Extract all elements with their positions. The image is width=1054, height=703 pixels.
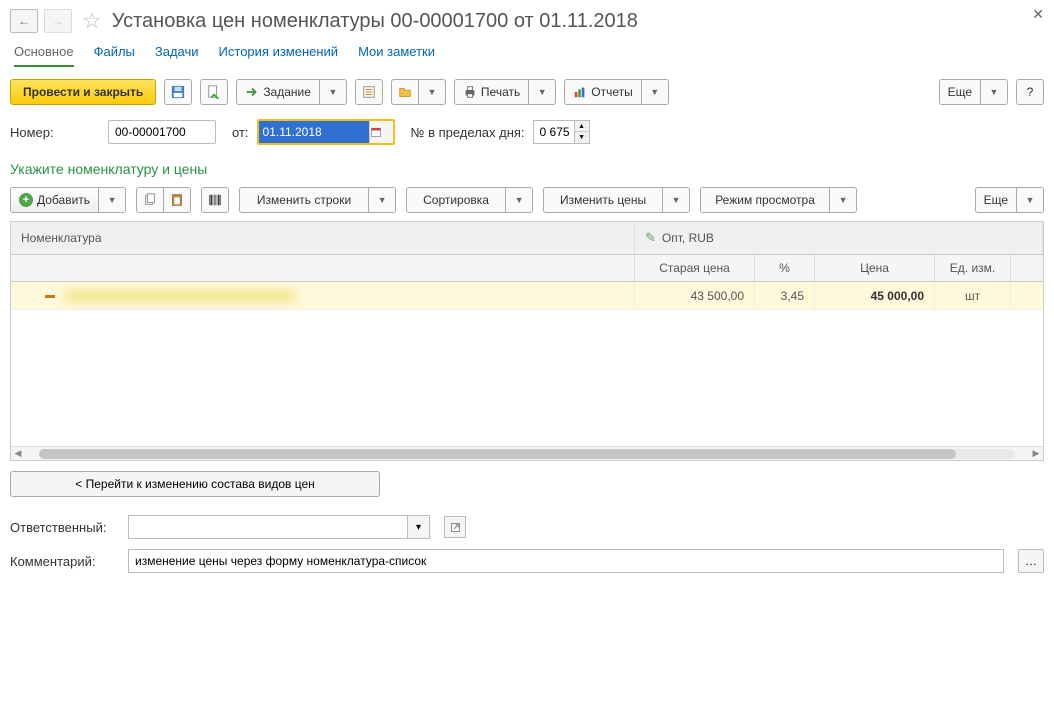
toolbar2-more-dropdown[interactable]: ▼ bbox=[1016, 187, 1044, 213]
attach-button[interactable] bbox=[391, 79, 419, 105]
barcode-icon bbox=[208, 193, 222, 207]
barcode-button[interactable] bbox=[201, 187, 229, 213]
col-unit-header[interactable]: Ед. изм. bbox=[935, 255, 1011, 281]
nav-forward-button[interactable]: → bbox=[44, 9, 72, 33]
col-old-price-header[interactable]: Старая цена bbox=[635, 255, 755, 281]
responsible-open-button[interactable] bbox=[444, 516, 466, 538]
sort-dropdown[interactable]: ▼ bbox=[505, 187, 533, 213]
calendar-icon bbox=[370, 126, 382, 138]
add-label: Добавить bbox=[37, 193, 90, 207]
tab-tasks[interactable]: Задачи bbox=[155, 44, 199, 67]
date-input[interactable] bbox=[259, 121, 369, 143]
arrow-icon bbox=[245, 85, 259, 99]
nomenclature-name bbox=[65, 289, 295, 303]
cell-unit[interactable]: шт bbox=[935, 282, 1011, 309]
col-price-header[interactable]: Цена bbox=[815, 255, 935, 281]
paste-icon bbox=[170, 193, 184, 207]
folder-icon bbox=[398, 85, 412, 99]
open-icon bbox=[450, 522, 461, 533]
date-label: от: bbox=[232, 125, 249, 140]
col-opt-header[interactable]: ✎ Опт, RUB bbox=[635, 222, 1043, 254]
opt-icon: ✎ bbox=[645, 230, 656, 246]
post-icon bbox=[207, 85, 221, 99]
cell-percent[interactable]: 3,45 bbox=[755, 282, 815, 309]
table-row[interactable]: ▬ 43 500,00 3,45 45 000,00 шт bbox=[11, 282, 1043, 310]
comment-more-button[interactable]: … bbox=[1018, 549, 1044, 573]
task-button-label: Задание bbox=[263, 85, 311, 99]
copy-icon bbox=[143, 193, 157, 207]
reports-dropdown[interactable]: ▼ bbox=[641, 79, 669, 105]
page-title: Установка цен номенклатуры 00-00001700 о… bbox=[112, 10, 638, 33]
print-label: Печать bbox=[481, 85, 520, 99]
responsible-label: Ответственный: bbox=[10, 520, 120, 535]
goto-price-types-button[interactable]: < Перейти к изменению состава видов цен bbox=[10, 471, 380, 497]
cell-price[interactable]: 45 000,00 bbox=[815, 282, 935, 309]
edit-prices-dropdown[interactable]: ▼ bbox=[662, 187, 690, 213]
number-label: Номер: bbox=[10, 125, 100, 140]
task-dropdown[interactable]: ▼ bbox=[319, 79, 347, 105]
task-button[interactable]: Задание bbox=[236, 79, 320, 105]
section-title: Укажите номенклатуру и цены bbox=[10, 161, 1044, 177]
attach-dropdown[interactable]: ▼ bbox=[418, 79, 446, 105]
edit-rows-button[interactable]: Изменить строки bbox=[239, 187, 369, 213]
edit-rows-dropdown[interactable]: ▼ bbox=[368, 187, 396, 213]
disk-icon bbox=[171, 85, 185, 99]
help-button[interactable]: ? bbox=[1016, 79, 1044, 105]
col-nomen-header[interactable]: Номенклатура bbox=[11, 222, 635, 254]
tab-files[interactable]: Файлы bbox=[94, 44, 135, 67]
comment-label: Комментарий: bbox=[10, 554, 120, 569]
scroll-right-icon[interactable]: ▶ bbox=[1029, 448, 1043, 459]
close-icon[interactable]: ✕ bbox=[1032, 6, 1044, 23]
scroll-thumb[interactable] bbox=[39, 449, 956, 459]
comment-input[interactable] bbox=[128, 549, 1004, 573]
col-nomen-sub bbox=[11, 255, 635, 281]
add-dropdown[interactable]: ▼ bbox=[98, 187, 126, 213]
opt-label: Опт, RUB bbox=[662, 231, 714, 245]
responsible-dropdown[interactable]: ▾ bbox=[408, 515, 430, 539]
toolbar2-more-button[interactable]: Еще bbox=[975, 187, 1017, 213]
save-button[interactable] bbox=[164, 79, 192, 105]
view-mode-dropdown[interactable]: ▼ bbox=[829, 187, 857, 213]
copy-button[interactable] bbox=[136, 187, 164, 213]
print-dropdown[interactable]: ▼ bbox=[528, 79, 556, 105]
print-button[interactable]: Печать bbox=[454, 79, 529, 105]
structure-button[interactable] bbox=[355, 79, 383, 105]
tab-bar: Основное Файлы Задачи История изменений … bbox=[10, 44, 1044, 67]
day-index-label: № в пределах дня: bbox=[411, 125, 525, 140]
add-button[interactable]: + Добавить bbox=[10, 187, 99, 213]
post-and-close-button[interactable]: Провести и закрыть bbox=[10, 79, 156, 105]
plus-icon: + bbox=[19, 193, 33, 207]
scroll-left-icon[interactable]: ◀ bbox=[11, 448, 25, 459]
tab-history[interactable]: История изменений bbox=[219, 44, 339, 67]
number-input[interactable] bbox=[108, 120, 216, 144]
list-icon bbox=[362, 85, 376, 99]
price-table: Номенклатура ✎ Опт, RUB Старая цена % Це… bbox=[10, 221, 1044, 461]
favorite-star-icon[interactable]: ☆ bbox=[82, 8, 102, 34]
day-index-up[interactable]: ▲ bbox=[575, 121, 589, 132]
printer-icon bbox=[463, 85, 477, 99]
row-marker-icon: ▬ bbox=[45, 290, 55, 301]
more-dropdown[interactable]: ▼ bbox=[980, 79, 1008, 105]
reports-label: Отчеты bbox=[591, 85, 632, 99]
edit-prices-button[interactable]: Изменить цены bbox=[543, 187, 663, 213]
calendar-button[interactable] bbox=[369, 121, 393, 143]
reports-button[interactable]: Отчеты bbox=[564, 79, 641, 105]
cell-old-price[interactable]: 43 500,00 bbox=[635, 282, 755, 309]
day-index-down[interactable]: ▼ bbox=[575, 132, 589, 143]
responsible-input[interactable] bbox=[128, 515, 408, 539]
chart-icon bbox=[573, 85, 587, 99]
sort-button[interactable]: Сортировка bbox=[406, 187, 506, 213]
view-mode-button[interactable]: Режим просмотра bbox=[700, 187, 830, 213]
post-button[interactable] bbox=[200, 79, 228, 105]
tab-main[interactable]: Основное bbox=[14, 44, 74, 67]
paste-button[interactable] bbox=[163, 187, 191, 213]
tab-notes[interactable]: Мои заметки bbox=[358, 44, 435, 67]
more-button[interactable]: Еще bbox=[939, 79, 981, 105]
col-percent-header[interactable]: % bbox=[755, 255, 815, 281]
day-index-input[interactable] bbox=[533, 120, 575, 144]
nav-back-button[interactable]: ← bbox=[10, 9, 38, 33]
horizontal-scrollbar[interactable]: ◀ ▶ bbox=[11, 446, 1043, 460]
